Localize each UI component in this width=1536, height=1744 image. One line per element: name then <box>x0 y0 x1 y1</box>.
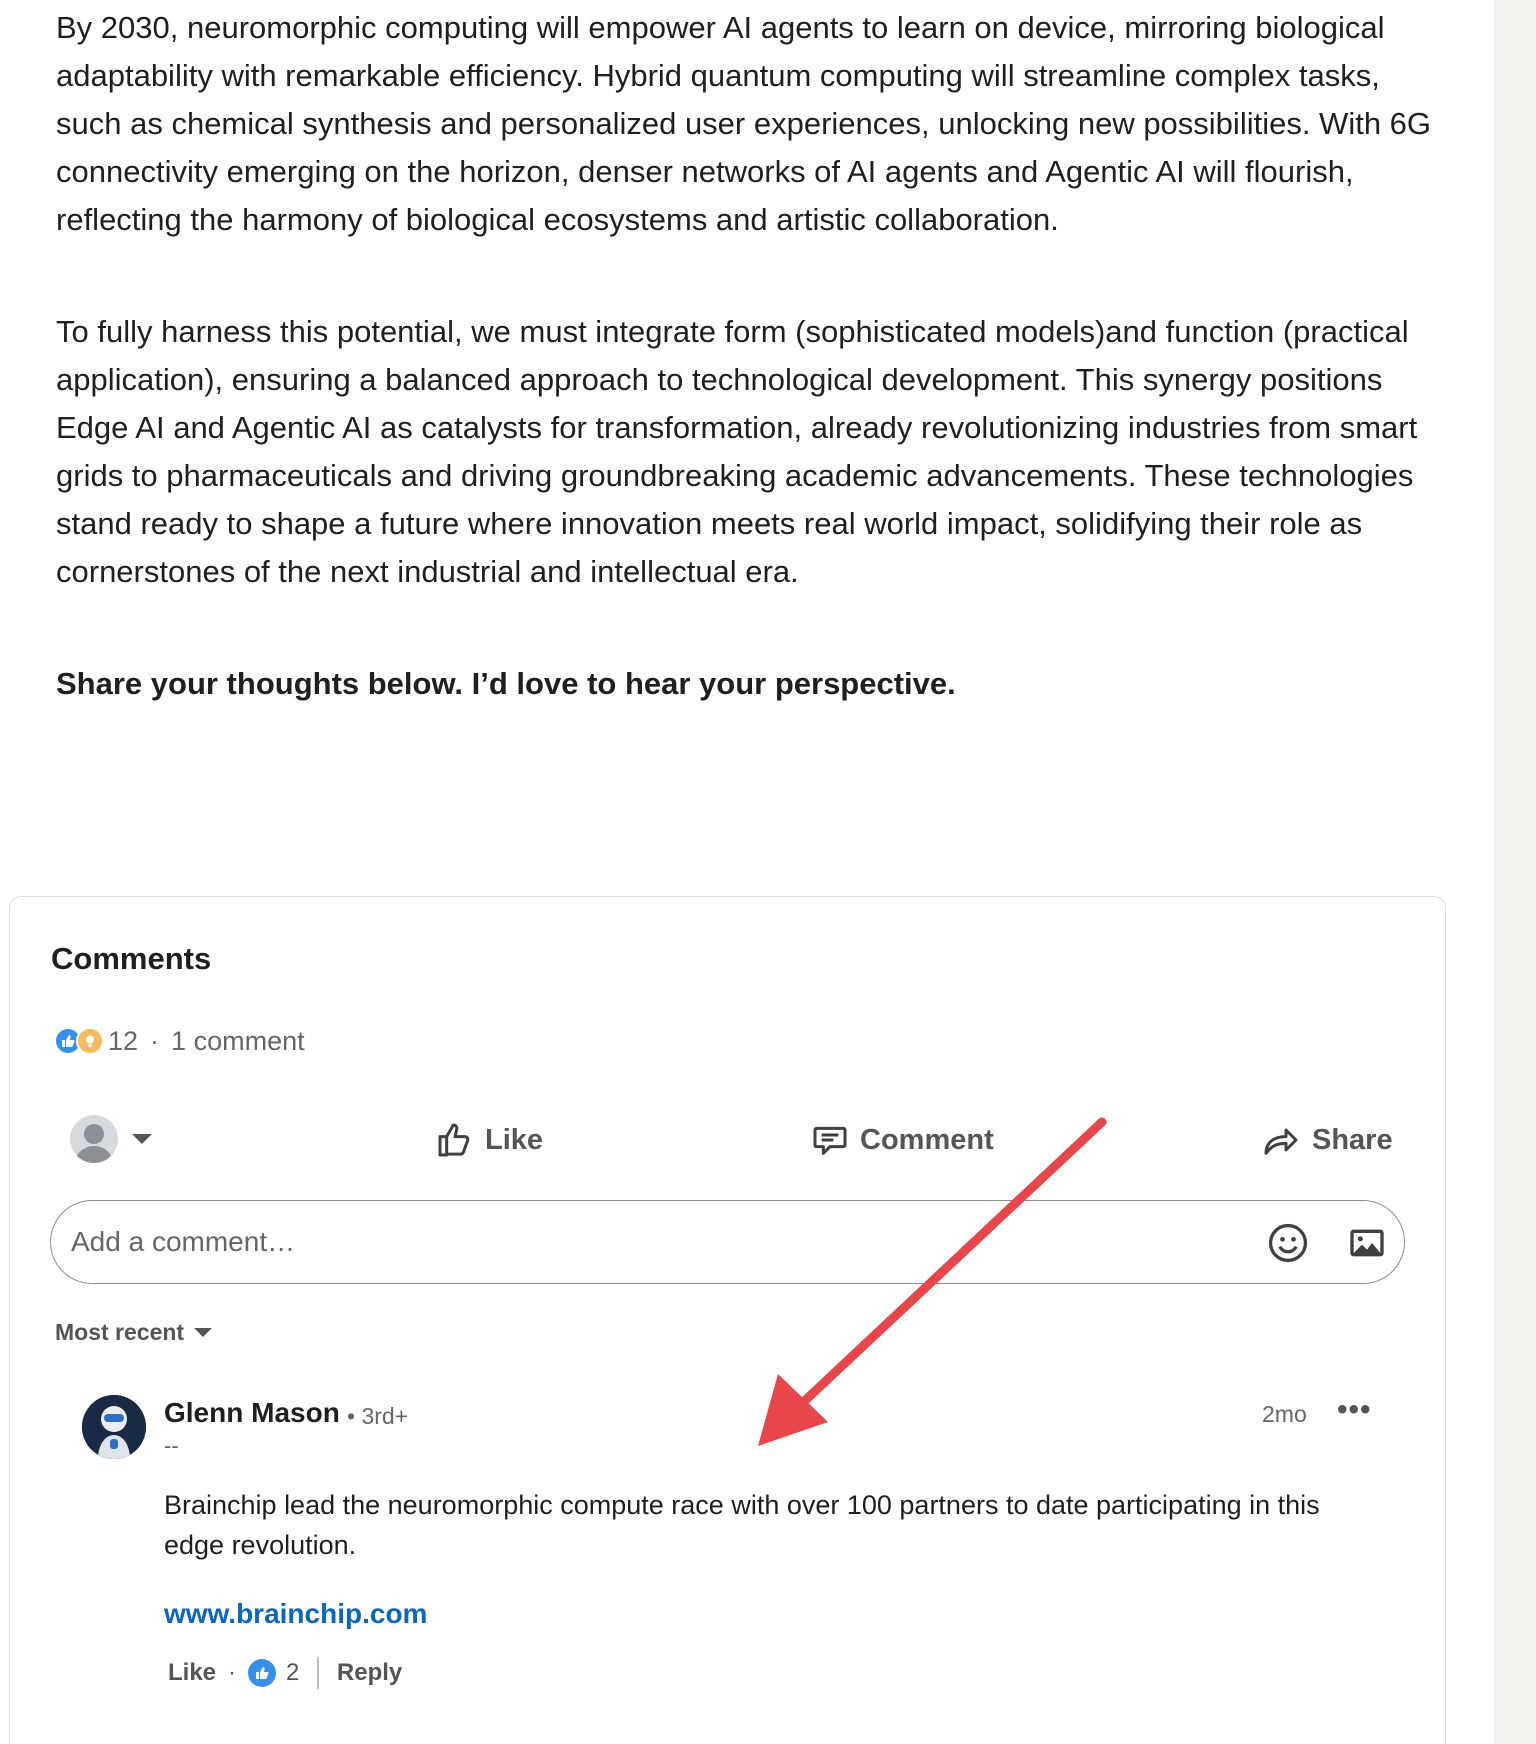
comment-timestamp: 2mo <box>1262 1401 1307 1427</box>
comment-link[interactable]: www.brainchip.com <box>164 1598 427 1630</box>
article-paragraph: To fully harness this potential, we must… <box>56 314 1418 589</box>
article-body: By 2030, neuromorphic computing will emp… <box>56 4 1436 708</box>
connection-degree: • 3rd+ <box>347 1403 409 1429</box>
comment-icon <box>813 1126 847 1155</box>
comment-like-count[interactable]: 2 <box>286 1659 299 1687</box>
sort-label: Most recent <box>55 1319 185 1345</box>
like-icon <box>248 1659 277 1687</box>
reactions-summary[interactable]: 12 · 1 comment <box>54 1023 305 1059</box>
right-rail <box>1494 0 1536 1744</box>
comment-actions: Like · 2 Reply <box>168 1657 402 1689</box>
separator-dot: · <box>228 1659 237 1686</box>
share-label: Share <box>1312 1123 1393 1156</box>
social-action-bar: Like Comment Share <box>60 1109 1400 1169</box>
article-paragraph: By 2030, neuromorphic computing will emp… <box>56 10 1432 237</box>
like-button[interactable]: Like <box>435 1115 543 1165</box>
add-comment-box[interactable] <box>50 1200 1405 1284</box>
comment-text: Brainchip lead the neuromorphic compute … <box>164 1490 1320 1560</box>
separator-dot: · <box>150 1025 160 1056</box>
comment-input[interactable] <box>71 1215 1171 1269</box>
avatar[interactable] <box>82 1395 146 1459</box>
more-options-icon[interactable]: ••• <box>1337 1393 1372 1427</box>
comment-count[interactable]: 1 comment <box>171 1026 305 1057</box>
share-arrow-icon <box>1264 1128 1298 1155</box>
actor-selector[interactable] <box>70 1115 152 1163</box>
reaction-icons <box>54 1025 108 1057</box>
comments-card: Comments 12 · 1 comment Like Comment Sha… <box>9 896 1446 1744</box>
share-button[interactable]: Share <box>1260 1115 1393 1165</box>
avatar <box>70 1115 118 1163</box>
thumbs-up-icon <box>438 1123 470 1157</box>
comment-label: Comment <box>860 1123 994 1156</box>
caret-down-icon <box>194 1328 213 1337</box>
insightful-icon <box>76 1027 104 1055</box>
image-icon[interactable] <box>1346 1223 1388 1268</box>
reaction-count: 12 <box>108 1025 139 1056</box>
comment-item: Glenn Mason • 3rd+ -- 2mo ••• Brainchip … <box>82 1393 1402 1695</box>
sort-dropdown[interactable]: Most recent <box>55 1319 213 1346</box>
chevron-down-icon <box>132 1134 152 1144</box>
comment-button[interactable]: Comment <box>810 1115 994 1165</box>
comment-author-name[interactable]: Glenn Mason <box>164 1397 340 1429</box>
author-headline: -- <box>164 1433 179 1458</box>
reply-button[interactable]: Reply <box>337 1659 402 1687</box>
article-closing: Share your thoughts below. I’d love to h… <box>56 666 956 701</box>
divider <box>317 1657 319 1689</box>
comment-like-button[interactable]: Like <box>168 1659 216 1687</box>
emoji-icon[interactable] <box>1266 1221 1310 1270</box>
comments-heading: Comments <box>51 941 212 976</box>
like-label: Like <box>485 1123 544 1156</box>
